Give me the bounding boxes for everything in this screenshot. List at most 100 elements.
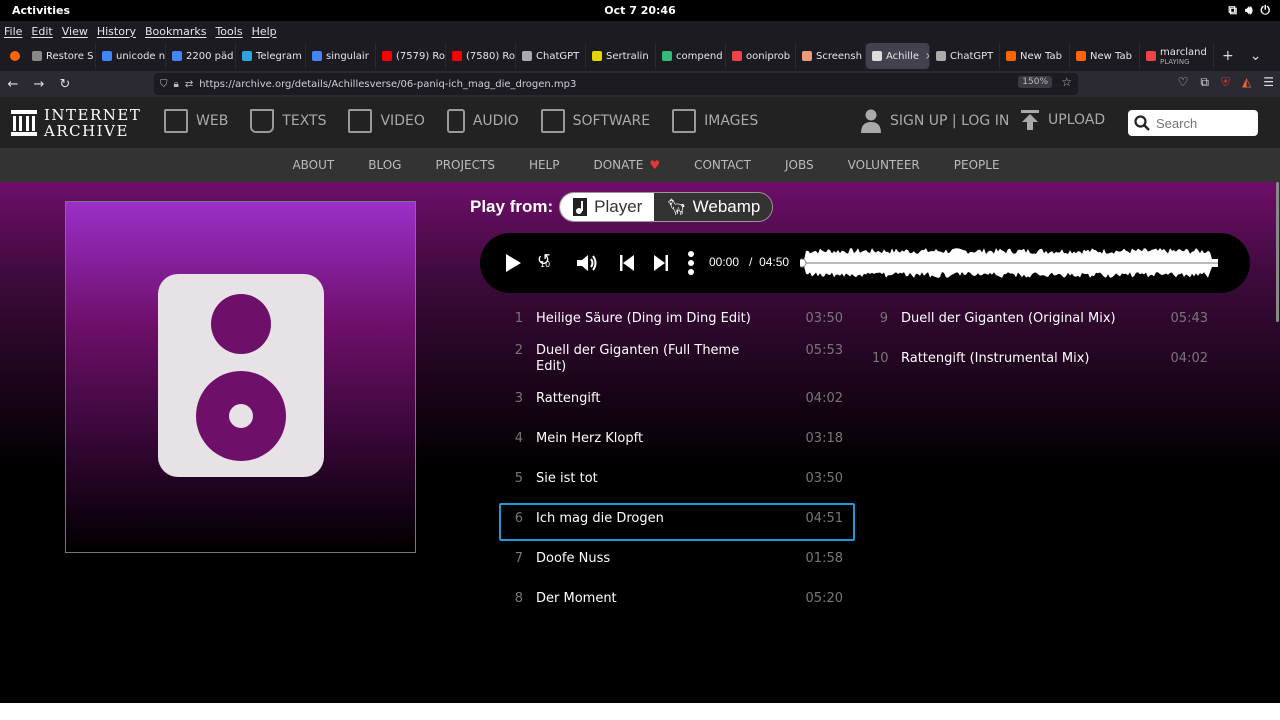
zoom-level-badge[interactable]: 150% xyxy=(1018,76,1052,88)
sign-up-login-link[interactable]: SIGN UP | LOG IN xyxy=(860,109,1009,133)
subnav-contact[interactable]: CONTACT xyxy=(694,158,751,172)
nav-images[interactable]: IMAGES xyxy=(672,109,758,133)
menu-edit[interactable]: Edit xyxy=(31,25,52,38)
subnav-volunteer[interactable]: VOLUNTEER xyxy=(848,158,920,172)
tab-list-icon[interactable]: ⌄ xyxy=(1242,48,1270,64)
system-clock[interactable]: Oct 7 20:46 xyxy=(0,4,1280,17)
tab-favicon-icon xyxy=(802,51,812,61)
browser-tab[interactable]: compend xyxy=(656,43,726,69)
browser-tab[interactable]: ChatGPT xyxy=(930,43,1000,69)
pocket-icon[interactable]: ♡ xyxy=(1178,75,1189,90)
subnav-blog[interactable]: BLOG xyxy=(368,158,401,172)
tab-label: 2200 päd xyxy=(186,50,234,62)
menu-tools[interactable]: Tools xyxy=(215,25,242,38)
subnav-projects[interactable]: PROJECTS xyxy=(435,158,494,172)
new-tab-icon[interactable]: + xyxy=(1214,48,1242,64)
track-item[interactable]: 8 Der Moment 05:20 xyxy=(499,583,855,621)
upload-link[interactable]: UPLOAD xyxy=(1020,109,1105,131)
firefox-view-icon[interactable] xyxy=(4,43,26,69)
volume-icon[interactable]: 🔊︎ xyxy=(1245,3,1253,18)
page-scrollbar[interactable] xyxy=(1276,182,1279,322)
subnav-donate[interactable]: DONATE ♥ xyxy=(593,158,660,172)
system-tray[interactable]: ⧉ 🔊︎ ⏻ xyxy=(1228,3,1270,18)
shield-icon[interactable]: ⛉ xyxy=(160,79,168,90)
browser-tab[interactable]: Screensh xyxy=(796,43,866,69)
replay-10-icon[interactable]: ↺ 10 xyxy=(537,250,550,269)
player-option[interactable]: Player xyxy=(560,193,655,221)
browser-tab[interactable]: marcland PLAYING xyxy=(1140,43,1214,69)
track-item[interactable]: 7 Doofe Nuss 01:58 xyxy=(499,543,855,581)
browser-tab[interactable]: (7580) Ro xyxy=(446,43,516,69)
power-icon[interactable]: ⏻ xyxy=(1261,3,1271,18)
menu-bookmarks[interactable]: Bookmarks xyxy=(145,25,206,38)
subnav-people[interactable]: PEOPLE xyxy=(954,158,1000,172)
browser-tab[interactable]: ooniprob xyxy=(726,43,796,69)
forward-arrow-icon[interactable]: → xyxy=(26,77,52,92)
browser-tab[interactable]: Restore S xyxy=(26,43,96,69)
track-title: Sie ist tot xyxy=(536,471,598,486)
ublock-icon[interactable]: ⛨ xyxy=(1221,75,1230,90)
app-menu-icon[interactable]: ☰ xyxy=(1263,75,1274,90)
track-item[interactable]: 4 Mein Herz Klopft 03:18 xyxy=(499,423,855,461)
extensions-icon[interactable]: ⧉ xyxy=(1200,75,1209,90)
nav-label: SOFTWARE xyxy=(572,113,651,129)
browser-tab[interactable]: 2200 päd xyxy=(166,43,236,69)
ia-search-box[interactable] xyxy=(1128,110,1258,136)
permissions-icon[interactable]: ⇄ xyxy=(185,79,193,90)
more-options-icon[interactable] xyxy=(687,250,695,276)
browser-tab[interactable]: Telegram xyxy=(236,43,306,69)
address-url[interactable]: https://archive.org/details/Achillesvers… xyxy=(199,79,576,90)
nav-audio[interactable]: AUDIO xyxy=(446,109,519,133)
menu-history[interactable]: History xyxy=(97,25,136,38)
reload-icon[interactable]: ↻ xyxy=(52,77,78,92)
track-title: Duell der Giganten (Full Theme Edit) xyxy=(536,343,740,374)
browser-tab[interactable]: unicode n xyxy=(96,43,166,69)
lock-icon[interactable]: 🔒︎ xyxy=(174,79,179,90)
volume-icon[interactable] xyxy=(576,253,598,273)
track-item[interactable]: 3 Rattengift 04:02 xyxy=(499,383,855,421)
search-input[interactable] xyxy=(1156,115,1246,131)
play-icon[interactable] xyxy=(504,253,522,273)
ia-logo[interactable]: INTERNET ARCHIVE xyxy=(10,107,141,139)
subnav-jobs[interactable]: JOBS xyxy=(785,158,814,172)
browser-tab[interactable]: singulair xyxy=(306,43,376,69)
track-item[interactable]: 9 Duell der Giganten (Original Mix) 05:43 xyxy=(864,303,1220,341)
browser-tab[interactable]: New Tab xyxy=(1000,43,1070,69)
menu-view[interactable]: View xyxy=(62,25,88,38)
previous-track-icon[interactable] xyxy=(619,254,635,272)
browser-tab[interactable]: New Tab xyxy=(1070,43,1140,69)
track-item[interactable]: 10 Rattengift (Instrumental Mix) 04:02 xyxy=(864,343,1220,381)
subnav-help[interactable]: HELP xyxy=(529,158,560,172)
tab-favicon-icon xyxy=(102,51,112,61)
browser-tab[interactable]: Sertralin xyxy=(586,43,656,69)
track-duration: 04:02 xyxy=(805,391,843,406)
address-bar[interactable]: ⛉ 🔒︎ ⇄ https://archive.org/details/Achil… xyxy=(154,73,1078,95)
upload-icon xyxy=(1021,110,1039,130)
extension-icon[interactable]: ◭ xyxy=(1242,75,1251,90)
bookmark-star-icon[interactable]: ☆ xyxy=(1061,75,1072,89)
next-track-icon[interactable] xyxy=(653,254,669,272)
tab-playing-label: PLAYING xyxy=(1160,57,1190,66)
progress-handle[interactable] xyxy=(800,258,807,268)
browser-tab[interactable]: ChatGPT xyxy=(516,43,586,69)
nav-web[interactable]: WEB xyxy=(164,109,228,133)
waveform-scrubber[interactable] xyxy=(800,247,1220,279)
tab-favicon-icon xyxy=(662,51,672,61)
track-item[interactable]: 5 Sie ist tot 03:50 xyxy=(499,463,855,501)
subnav-about[interactable]: ABOUT xyxy=(292,158,334,172)
browser-tab[interactable]: (7579) Ro xyxy=(376,43,446,69)
nav-software[interactable]: SOFTWARE xyxy=(540,109,651,133)
menu-file[interactable]: File xyxy=(4,25,22,38)
network-icon[interactable]: ⧉ xyxy=(1228,3,1237,18)
back-arrow-icon[interactable]: ← xyxy=(0,77,26,92)
search-icon[interactable] xyxy=(1134,115,1150,131)
browser-tab[interactable]: Achille× xyxy=(866,43,930,69)
menu-help[interactable]: Help xyxy=(252,25,277,38)
track-item[interactable]: 2 Duell der Giganten (Full Theme Edit) 05:… xyxy=(499,335,855,383)
video-icon xyxy=(348,109,373,133)
nav-texts[interactable]: TEXTS xyxy=(250,109,326,133)
track-item[interactable]: 6 Ich mag die Drogen 04:51 xyxy=(499,503,855,541)
tab-label: ooniprob xyxy=(746,50,791,62)
nav-video[interactable]: VIDEO xyxy=(348,109,425,133)
webamp-option[interactable]: 🦙︎ Webamp xyxy=(654,193,773,221)
